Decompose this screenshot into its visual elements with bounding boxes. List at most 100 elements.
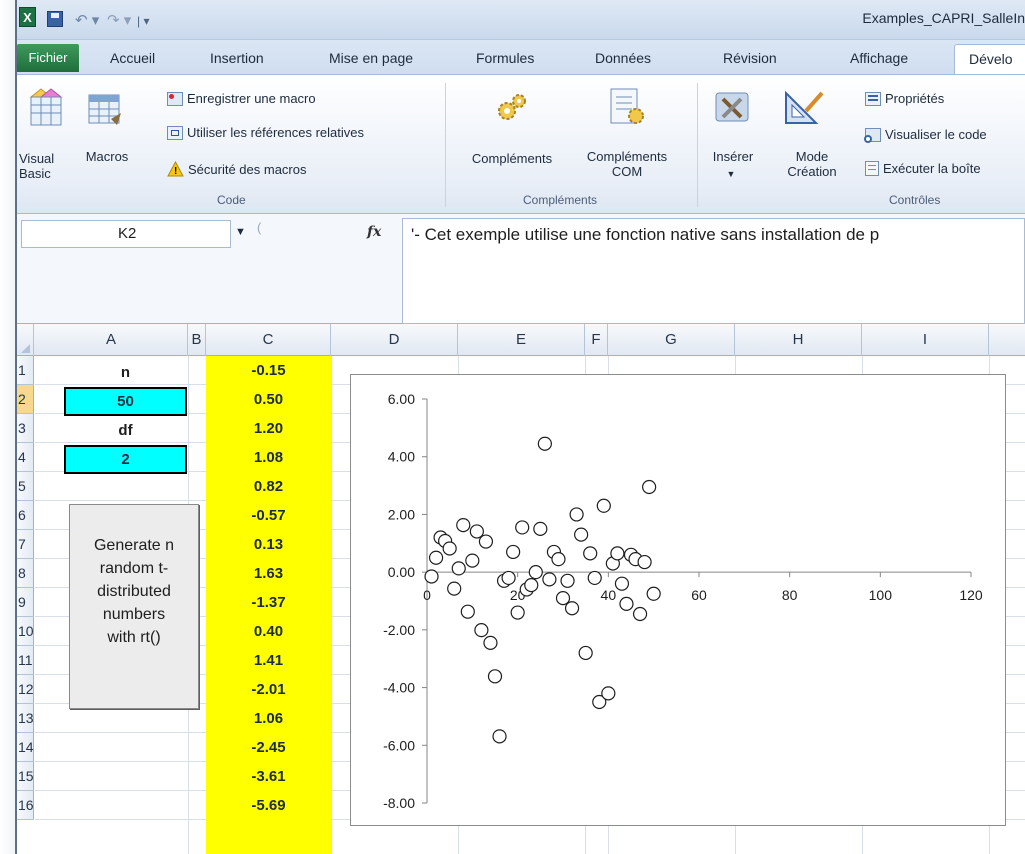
cell-c[interactable]: -5.69: [206, 791, 331, 820]
y-tick-label: -8.00: [383, 795, 415, 811]
visual-basic-icon[interactable]: [27, 87, 63, 127]
cell-c[interactable]: -0.15: [206, 356, 331, 385]
row-header[interactable]: 13: [17, 704, 34, 733]
row-header[interactable]: 2: [17, 385, 34, 414]
row-header[interactable]: 9: [17, 588, 34, 617]
tab-developpeur[interactable]: Dévelo: [954, 44, 1025, 74]
data-point: [537, 436, 552, 451]
row-header[interactable]: 3: [17, 414, 34, 443]
tab-mise-en-page[interactable]: Mise en page: [329, 50, 413, 66]
row-header[interactable]: 12: [17, 675, 34, 704]
row-header[interactable]: 4: [17, 443, 34, 472]
cell-c[interactable]: -2.01: [206, 675, 331, 704]
cell-a1[interactable]: n: [64, 358, 187, 387]
cell-a3[interactable]: df: [64, 416, 187, 445]
com-addins-button[interactable]: Compléments COM: [575, 149, 679, 179]
macro-security-button[interactable]: ! Sécurité des macros: [167, 160, 307, 177]
cell-c[interactable]: -1.37: [206, 588, 331, 617]
com-addins-icon[interactable]: [607, 87, 647, 127]
tab-donnees[interactable]: Données: [595, 50, 651, 66]
insert-function-icon[interactable]: fx: [367, 224, 381, 240]
row-header[interactable]: 10: [17, 617, 34, 646]
cell-c[interactable]: -0.57: [206, 501, 331, 530]
visual-basic-button[interactable]: Visual Basic: [17, 151, 75, 181]
cell-c[interactable]: 1.20: [206, 414, 331, 443]
scatter-chart[interactable]: 6.00 4.00 2.00 0.00 -2.00 -4.00 -6.00 -8.00 0 20 4…: [350, 374, 1006, 826]
excel-logo-icon[interactable]: X: [19, 7, 36, 27]
macros-icon[interactable]: [87, 91, 123, 127]
y-tick-label: 2.00: [388, 506, 415, 522]
cell-c[interactable]: -3.61: [206, 762, 331, 791]
design-mode-icon[interactable]: [782, 87, 826, 127]
quick-access-customize-icon[interactable]: | ▾: [137, 11, 149, 31]
cell-c[interactable]: 1.08: [206, 443, 331, 472]
data-point: [587, 570, 602, 586]
cell-c[interactable]: 0.13: [206, 530, 331, 559]
row-header[interactable]: 16: [17, 791, 34, 820]
cell-c[interactable]: -2.45: [206, 733, 331, 762]
insert-controls-button[interactable]: Insérer: [707, 149, 759, 164]
cell-c[interactable]: 1.63: [206, 559, 331, 588]
cell-c[interactable]: 1.41: [206, 646, 331, 675]
data-point: [451, 561, 466, 576]
row-header[interactable]: 1: [17, 356, 34, 385]
cell-a4[interactable]: 2: [64, 445, 187, 474]
button-line: with rt(): [107, 629, 161, 646]
cell-c[interactable]: 0.82: [206, 472, 331, 501]
generate-t-numbers-button[interactable]: Generate n random t- distributed numbers…: [69, 504, 199, 709]
row-header[interactable]: 8: [17, 559, 34, 588]
redo-icon[interactable]: ↷ ▾: [107, 10, 131, 30]
formula-input[interactable]: '- Cet exemple utilise une fonction nati…: [402, 218, 1025, 324]
undo-icon[interactable]: ↶ ▾: [75, 10, 99, 30]
tab-affichage[interactable]: Affichage: [850, 50, 908, 66]
addins-gear-icon[interactable]: [495, 91, 529, 125]
row-header[interactable]: 15: [17, 762, 34, 791]
row-header[interactable]: 11: [17, 646, 34, 675]
name-box-dropdown-icon[interactable]: ▼: [235, 226, 246, 238]
tab-accueil[interactable]: Accueil: [110, 50, 155, 66]
group-separator: [697, 83, 698, 207]
view-code-button[interactable]: Visualiser le code: [864, 127, 987, 143]
relative-references-button[interactable]: Utiliser les références relatives: [167, 125, 364, 140]
row-header[interactable]: 14: [17, 733, 34, 762]
data-point: [447, 581, 462, 596]
insert-controls-icon[interactable]: [713, 87, 753, 127]
select-all-corner[interactable]: [17, 324, 34, 356]
formula-bar: K2 ▼ ( fx '- Cet exemple utilise une fon…: [17, 214, 1025, 324]
column-header-g[interactable]: G: [608, 324, 735, 356]
column-header-b[interactable]: B: [188, 324, 206, 356]
y-tick-label: 4.00: [388, 449, 415, 465]
column-header-d[interactable]: D: [331, 324, 458, 356]
design-mode-button[interactable]: Mode Création: [777, 149, 847, 179]
column-header-h[interactable]: H: [735, 324, 862, 356]
column-header-a[interactable]: A: [35, 324, 188, 356]
row-header[interactable]: 5: [17, 472, 34, 501]
tab-insertion[interactable]: Insertion: [210, 50, 264, 66]
cell-c[interactable]: 1.06: [206, 704, 331, 733]
run-dialog-button[interactable]: Exécuter la boîte: [865, 161, 981, 176]
cell-c[interactable]: 0.50: [206, 385, 331, 414]
properties-button[interactable]: Propriétés: [865, 91, 944, 106]
macros-button[interactable]: Macros: [83, 149, 131, 164]
cell-c[interactable]: 0.40: [206, 617, 331, 646]
row-header[interactable]: 7: [17, 530, 34, 559]
button-line: Generate n: [93, 537, 175, 554]
column-header-f[interactable]: F: [585, 324, 608, 356]
tab-fichier[interactable]: Fichier: [17, 44, 79, 72]
insert-dropdown-icon[interactable]: ▼: [721, 167, 741, 182]
data-point: [506, 544, 521, 560]
column-header-e[interactable]: E: [458, 324, 585, 356]
tab-revision[interactable]: Révision: [723, 50, 777, 66]
name-box[interactable]: K2: [21, 220, 231, 248]
column-header-c[interactable]: C: [206, 324, 331, 356]
column-header-i[interactable]: I: [862, 324, 989, 356]
addins-button[interactable]: Compléments: [460, 151, 564, 166]
cell-a2[interactable]: 50: [64, 387, 187, 416]
save-icon[interactable]: [47, 11, 63, 27]
data-point: [456, 518, 471, 533]
scatter-chart-svg: 6.004.002.000.00-2.00-4.00-6.00-8.000 20 4…: [383, 391, 983, 811]
tab-formules[interactable]: Formules: [476, 50, 534, 66]
record-macro-button[interactable]: Enregistrer une macro: [167, 91, 316, 106]
row-header[interactable]: 6: [17, 501, 34, 530]
data-point: [478, 534, 494, 549]
